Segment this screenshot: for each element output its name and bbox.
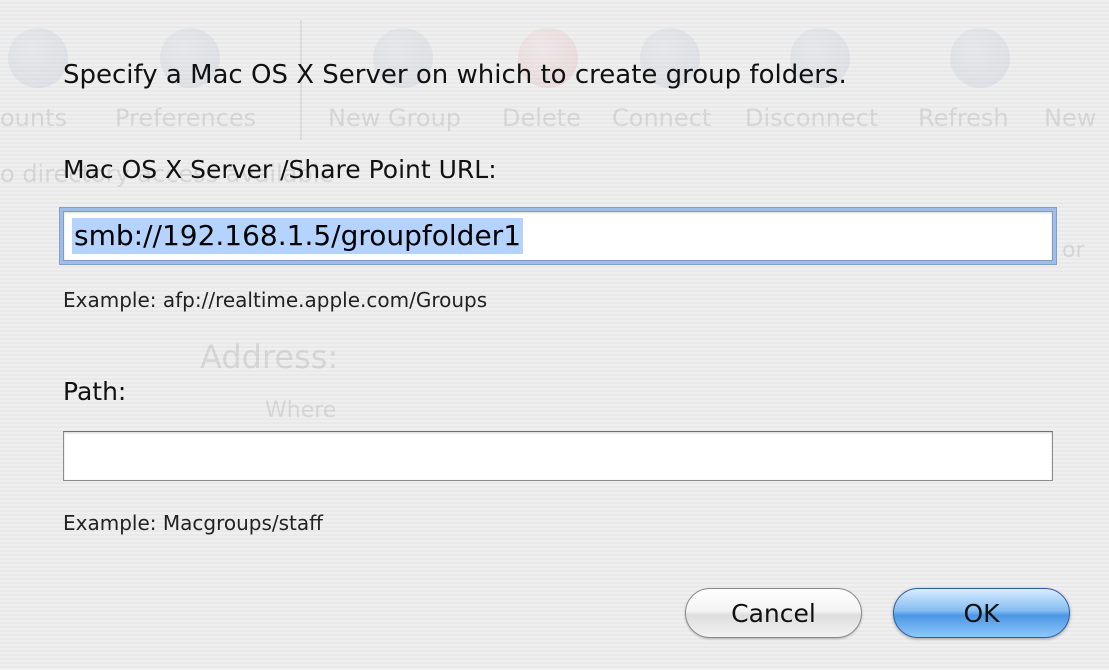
cancel-button-label: Cancel <box>731 598 816 628</box>
toolbar-label-preferences: Preferences <box>115 104 257 132</box>
where-label: Where <box>265 398 337 423</box>
toolbar-label-new-group: New Group <box>328 104 462 132</box>
accounts-icon <box>8 28 68 88</box>
or-text: or <box>1062 238 1085 263</box>
toolbar-label-new: New <box>1044 104 1097 132</box>
address-label: Address: <box>200 338 339 376</box>
dialog-prompt: Specify a Mac OS X Server on which to cr… <box>63 60 847 90</box>
toolbar-label-accounts: ounts <box>0 104 68 132</box>
server-url-field[interactable]: smb://192.168.1.5/groupfolder1 <box>63 211 1053 261</box>
server-url-value: smb://192.168.1.5/groupfolder1 <box>72 218 524 254</box>
ok-button-label: OK <box>963 598 1000 628</box>
refresh-icon <box>950 28 1010 88</box>
server-url-example: Example: afp://realtime.apple.com/Groups <box>63 288 488 312</box>
path-label: Path: <box>63 377 127 406</box>
cancel-button[interactable]: Cancel <box>685 588 862 638</box>
toolbar-label-disconnect: Disconnect <box>745 104 879 132</box>
toolbar-label-delete: Delete <box>502 104 581 132</box>
path-field[interactable] <box>63 431 1053 481</box>
toolbar-label-refresh: Refresh <box>918 104 1009 132</box>
path-example: Example: Macgroups/staff <box>63 511 323 535</box>
ok-button[interactable]: OK <box>893 588 1070 638</box>
server-url-label: Mac OS X Server /Share Point URL: <box>63 155 497 184</box>
toolbar-label-connect: Connect <box>612 104 712 132</box>
background-window: ounts Preferences New Group Delete Conne… <box>0 0 1109 670</box>
